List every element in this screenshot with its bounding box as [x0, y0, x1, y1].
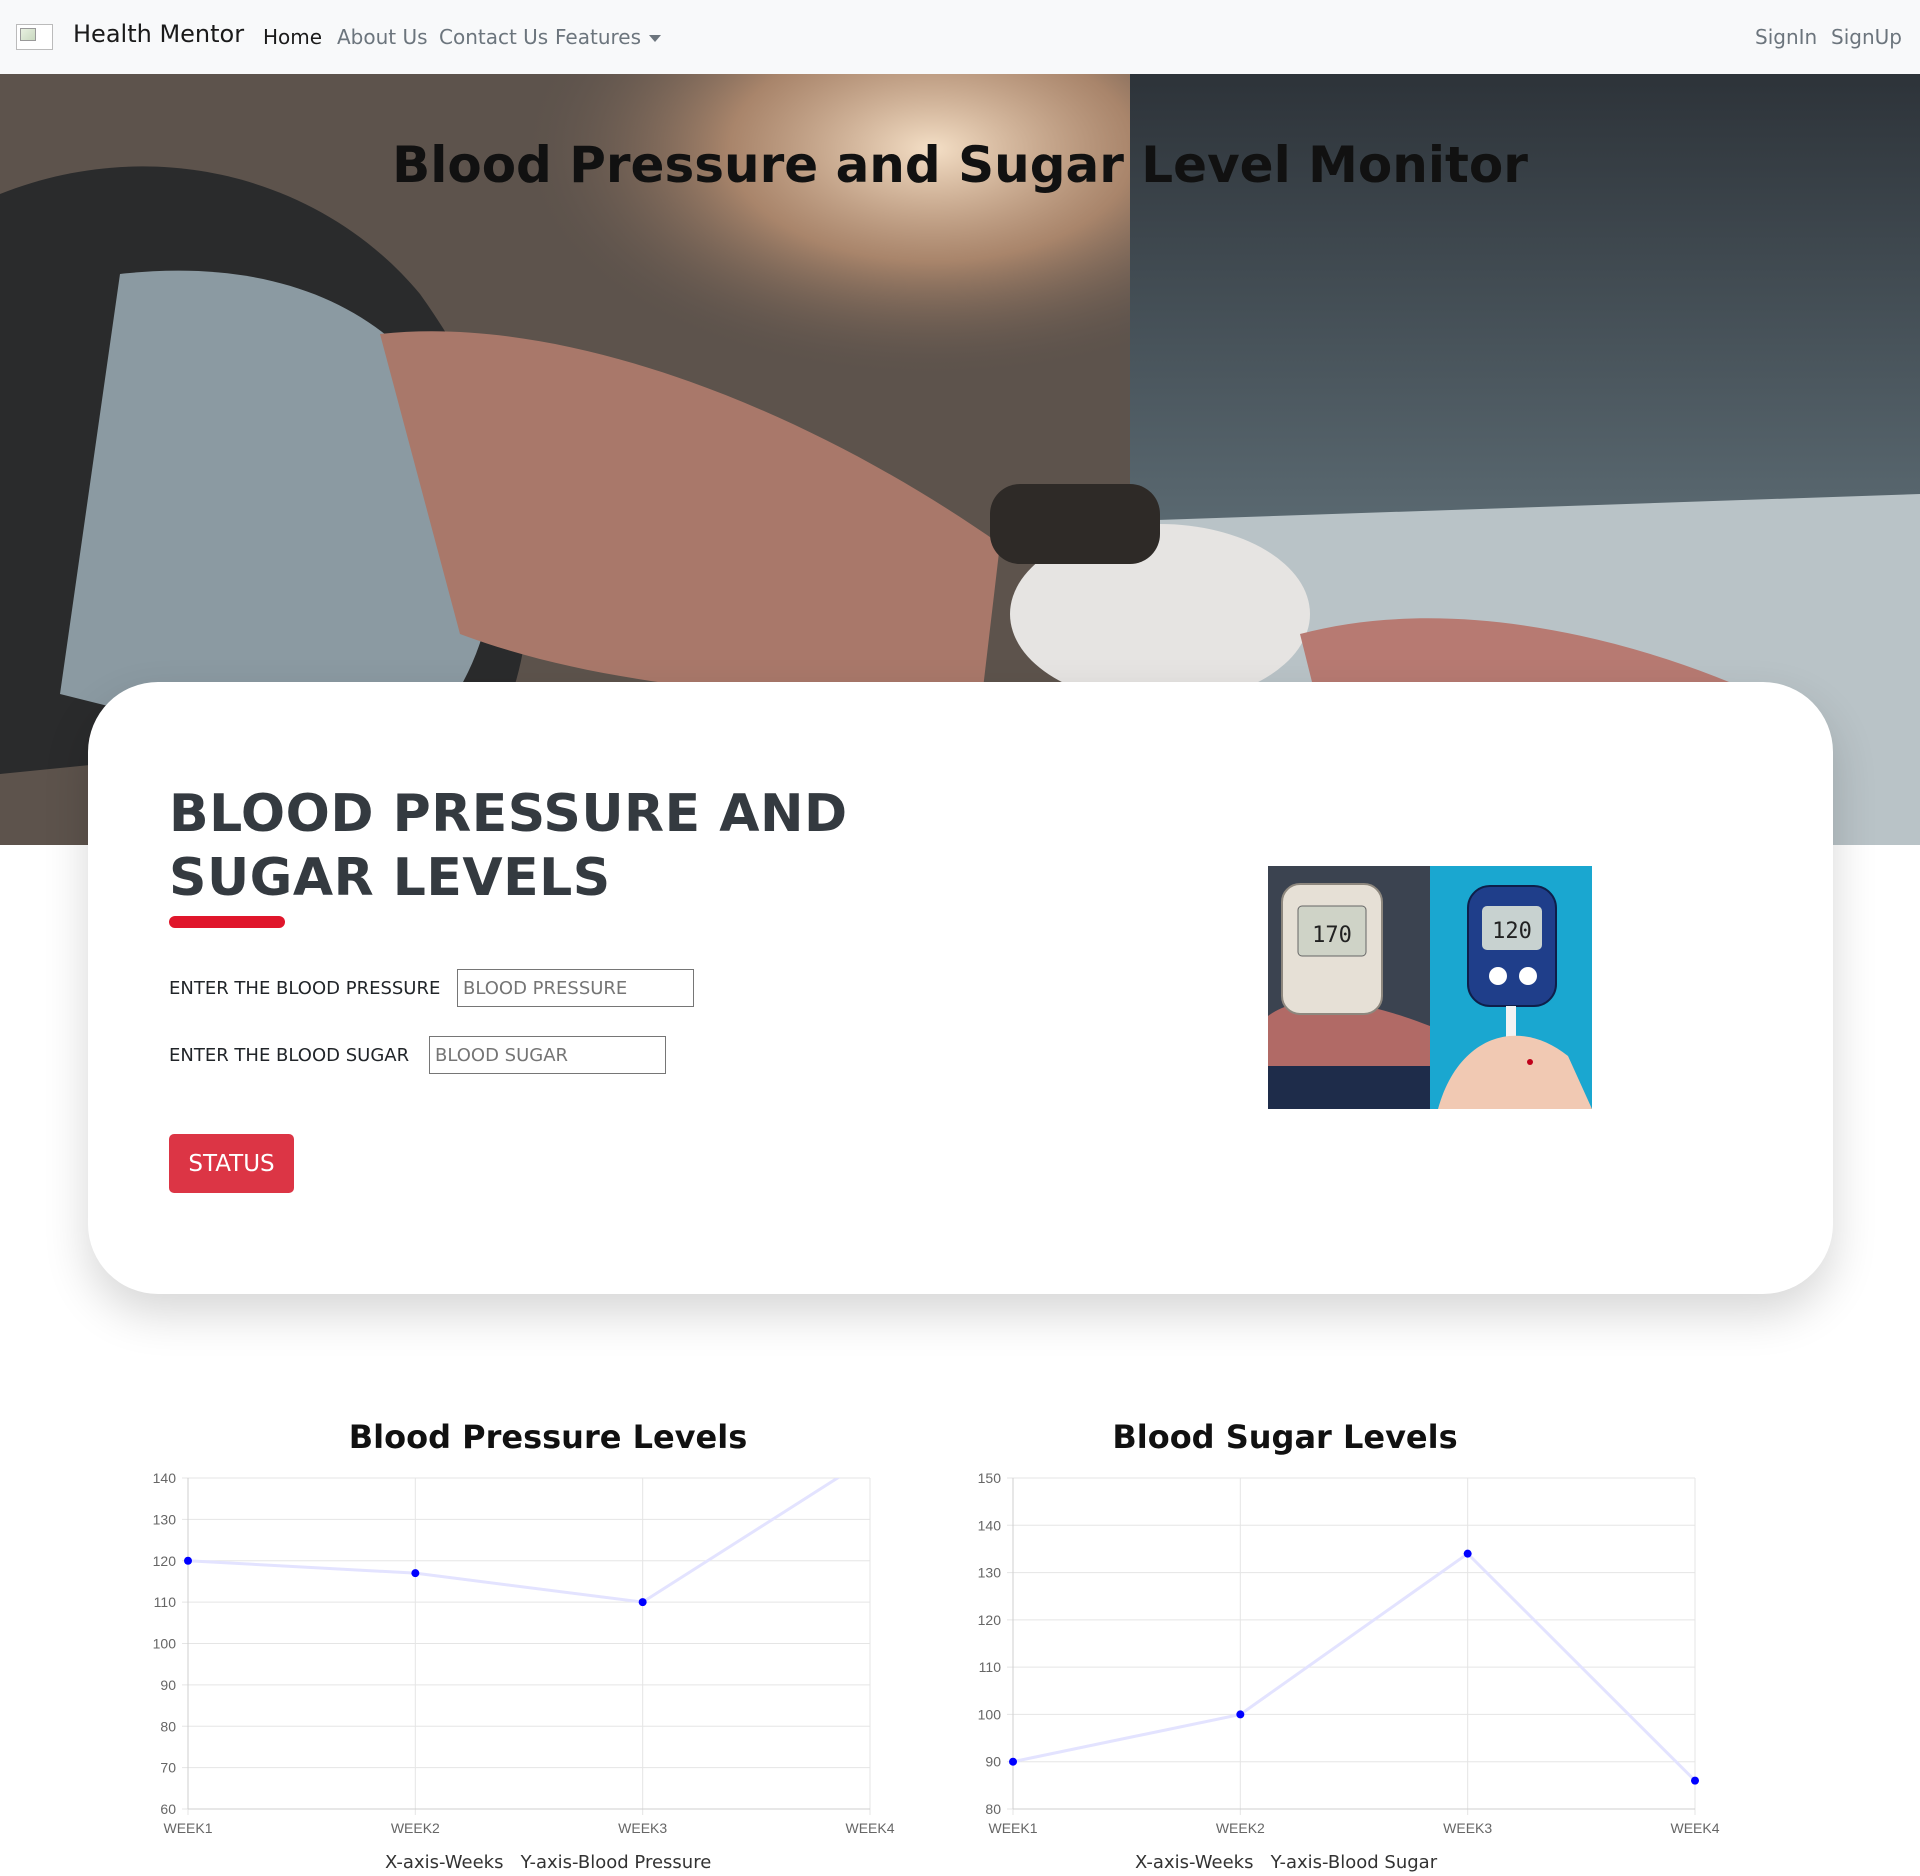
y-tick-label: 130	[978, 1565, 1002, 1581]
data-point[interactable]	[638, 1598, 647, 1607]
blood-sugar-label: ENTER THE BLOOD SUGAR	[169, 1045, 410, 1066]
y-tick-label: 110	[979, 1659, 1002, 1675]
x-tick-label: WEEK3	[1443, 1820, 1492, 1836]
series-line	[188, 1478, 841, 1604]
blood-sugar-input[interactable]	[429, 1036, 666, 1074]
nav-signup[interactable]: SignUp	[1831, 25, 1902, 49]
status-button[interactable]: STATUS	[169, 1134, 294, 1193]
nav-home[interactable]: Home	[263, 25, 322, 49]
data-point[interactable]	[1236, 1710, 1245, 1719]
glucose-meter-reading: 120	[1492, 919, 1532, 944]
input-card: BLOOD PRESSURE AND SUGAR LEVELS ENTER TH…	[88, 682, 1833, 1294]
y-tick-label: 150	[978, 1470, 1002, 1486]
y-tick-label: 110	[154, 1594, 177, 1610]
y-tick-label: 100	[153, 1636, 177, 1652]
data-point[interactable]	[1009, 1757, 1017, 1766]
chart-title-blood-pressure: Blood Pressure Levels	[348, 1418, 748, 1456]
y-tick-label: 130	[153, 1511, 177, 1527]
data-point[interactable]	[1691, 1776, 1699, 1785]
navbar: Health Mentor Home About Us Contact Us F…	[0, 0, 1920, 74]
y-tick-label: 80	[985, 1801, 1001, 1817]
y-tick-label: 60	[160, 1801, 176, 1817]
y-tick-label: 140	[978, 1517, 1002, 1533]
blood-pressure-label: ENTER THE BLOOD PRESSURE	[169, 978, 441, 999]
x-tick-label: WEEK3	[618, 1820, 667, 1836]
x-tick-label: WEEK2	[391, 1820, 440, 1836]
bp-and-glucose-meters-image: 170 120	[1268, 866, 1592, 1109]
bp-meter-reading: 170	[1312, 923, 1352, 948]
chart-title-blood-sugar: Blood Sugar Levels	[1112, 1418, 1458, 1456]
blood-sugar-axis-caption: X-axis-Weeks Y-axis-Blood Sugar	[1135, 1852, 1438, 1873]
brand-name[interactable]: Health Mentor	[73, 20, 244, 48]
data-point[interactable]	[411, 1569, 420, 1578]
nav-contact-us[interactable]: Contact Us	[439, 25, 548, 49]
nav-features-label: Features	[555, 25, 641, 49]
y-tick-label: 90	[160, 1677, 176, 1693]
chevron-down-icon	[649, 35, 661, 42]
blood-pressure-chart: 60 70 80 90 100 110 120 130 140 WEEK1 WEEK2 WEEK3 WE…	[153, 1470, 895, 1836]
y-tick-label: 100	[978, 1706, 1002, 1722]
heading-underline	[169, 916, 285, 928]
blood-pressure-axis-caption: X-axis-Weeks Y-axis-Blood Pressure	[385, 1852, 712, 1873]
y-tick-label: 120	[978, 1612, 1002, 1628]
nav-features-dropdown[interactable]: Features	[555, 25, 661, 49]
nav-signin[interactable]: SignIn	[1755, 25, 1817, 49]
x-tick-label: WEEK2	[1216, 1820, 1265, 1836]
x-tick-label: WEEK1	[163, 1820, 212, 1836]
y-tick-label: 90	[985, 1754, 1001, 1770]
data-point[interactable]	[184, 1556, 192, 1565]
x-tick-label: WEEK1	[988, 1820, 1037, 1836]
y-tick-label: 70	[160, 1760, 176, 1776]
y-tick-label: 80	[160, 1718, 176, 1734]
card-heading: BLOOD PRESSURE AND SUGAR LEVELS	[169, 784, 848, 908]
hero-title: Blood Pressure and Sugar Level Monitor	[392, 136, 1528, 194]
nav-about-us[interactable]: About Us	[337, 25, 428, 49]
blood-sugar-chart: 80 90 100 110 120 130 140 150 WEEK1 WEEK2 WEEK3 WEE…	[978, 1470, 1720, 1836]
data-point[interactable]	[1463, 1549, 1472, 1558]
blood-pressure-input[interactable]	[457, 969, 694, 1007]
brand-logo-image[interactable]	[16, 24, 53, 50]
x-tick-label: WEEK4	[1670, 1820, 1719, 1836]
y-tick-label: 140	[153, 1470, 177, 1486]
y-tick-label: 120	[153, 1553, 177, 1569]
x-tick-label: WEEK4	[845, 1820, 894, 1836]
